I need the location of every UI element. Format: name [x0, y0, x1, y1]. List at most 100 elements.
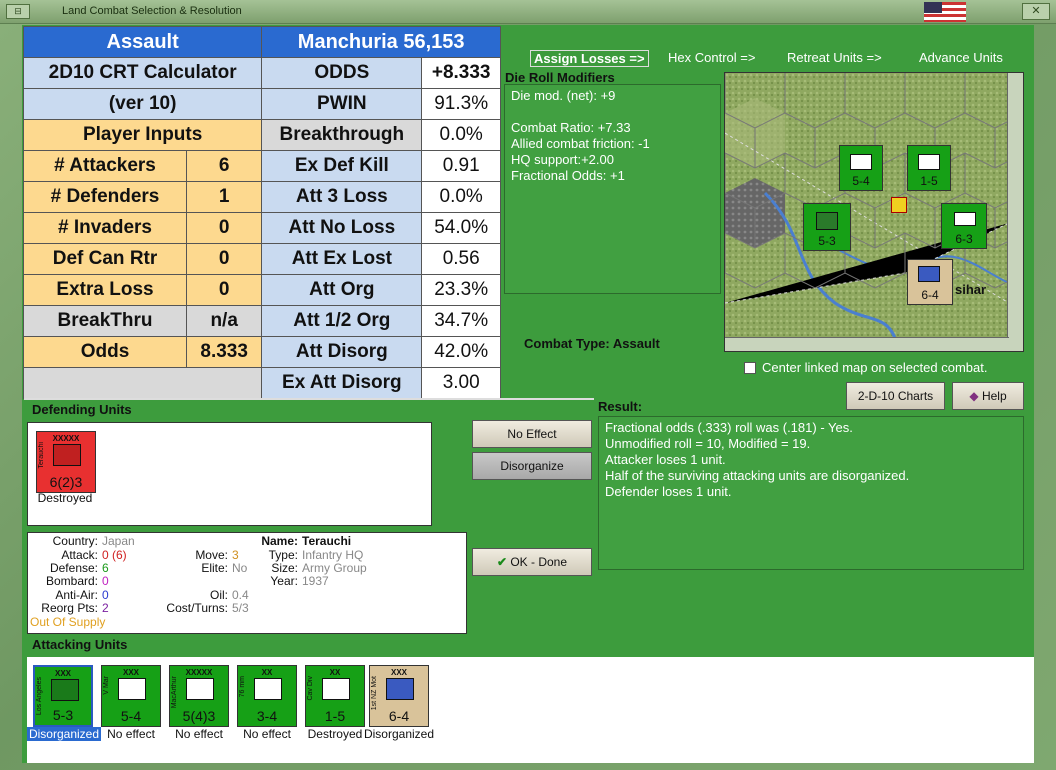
crt-input-value: 1 [186, 181, 263, 213]
unit-status: No effect [243, 727, 291, 741]
unit-size: XXX [54, 669, 71, 678]
tab-hex-control[interactable]: Hex Control => [668, 50, 755, 65]
unit-strength: 5(4)3 [182, 708, 216, 724]
infantry-hq-symbol-icon [53, 444, 81, 466]
unit-strength: 6-4 [388, 708, 410, 724]
crt-input-label: Def Can Rtr [22, 243, 188, 275]
info-label: Reorg Pts: [41, 601, 98, 615]
motorized-symbol-icon [386, 678, 414, 700]
crt-value: 0.0% [421, 181, 501, 213]
info-label: Name: [261, 534, 298, 548]
tab-assign-losses[interactable]: Assign Losses => [530, 50, 649, 67]
system-menu-button[interactable]: ⊟ [6, 4, 30, 19]
infantry-symbol-icon [816, 212, 838, 230]
marine-symbol-icon [850, 154, 872, 170]
crt-input-label: # Defenders [22, 181, 188, 213]
tab-retreat-units[interactable]: Retreat Units => [787, 50, 882, 65]
crt-value: 91.3% [421, 88, 501, 120]
crt-input-value: n/a [186, 305, 263, 337]
info-value: Terauchi [302, 534, 352, 548]
crt-value: 0.56 [421, 243, 501, 275]
die-roll-panel: Die mod. (net): +9 Combat Ratio: +7.33 A… [504, 84, 721, 294]
info-value: No [232, 561, 248, 575]
map-counter[interactable]: 6-4 [907, 259, 953, 305]
tab-advance-units[interactable]: Advance Units [919, 50, 1003, 65]
crt-version: (ver 10) [22, 88, 263, 120]
help-button-label: Help [981, 389, 1007, 403]
crt-label: Att Ex Lost [261, 243, 423, 275]
attacking-unit-counter[interactable]: XXX V Mar 5-4 [101, 665, 161, 727]
die-roll-line: HQ support:+2.00 [511, 152, 614, 167]
motorized-symbol-icon [918, 266, 940, 282]
help-button[interactable]: ◆ Help [952, 382, 1024, 410]
disorganize-button[interactable]: Disorganize [472, 452, 592, 480]
map-counter[interactable]: 5-3 [803, 203, 851, 251]
crt-value: 3.00 [421, 367, 501, 399]
charts-button[interactable]: 2-D-10 Charts [846, 382, 945, 410]
no-effect-button[interactable]: No Effect [472, 420, 592, 448]
die-roll-line: Die mod. (net): +9 [511, 88, 616, 103]
attacking-units-list: XXX Los Angeles 5-3 Disorganized XXX V M… [27, 657, 1034, 763]
marine-symbol-icon [118, 678, 146, 700]
die-roll-line: Combat Ratio: +7.33 [511, 120, 631, 135]
crt-label: Att 1/2 Org [261, 305, 423, 337]
crt-value: 0.91 [421, 150, 501, 182]
crt-title: 2D10 CRT Calculator [22, 57, 263, 89]
map-horizontal-scrollbar[interactable] [725, 337, 1009, 351]
ok-done-button[interactable]: ✔ OK - Done [472, 548, 592, 576]
attacking-unit-counter[interactable]: XX Cav Div 1-5 [305, 665, 365, 727]
result-line: Attacker loses 1 unit. [605, 452, 726, 467]
center-map-checkbox[interactable]: Center linked map on selected combat. [744, 360, 987, 375]
crt-empty-cell [22, 367, 263, 399]
crt-label: PWIN [261, 88, 423, 120]
map-counter[interactable]: 6-3 [941, 203, 987, 249]
cavalry-symbol-icon [918, 154, 940, 170]
unit-size: XX [261, 668, 273, 677]
map-counter[interactable]: 5-4 [839, 145, 883, 191]
map-counter-strength: 1-5 [920, 174, 938, 188]
die-roll-spacer [511, 104, 714, 120]
result-line: Defender loses 1 unit. [605, 484, 732, 499]
unit-strength: 6(2)3 [49, 474, 83, 490]
crt-player-inputs: Player Inputs [22, 119, 263, 151]
unit-name: MacArthur [171, 676, 178, 709]
crt-calculator-table: Assault Manchuria 56,153 2D10 CRT Calcul… [22, 26, 501, 399]
map-counter-strength: 5-3 [818, 234, 836, 248]
attacking-unit-counter[interactable]: XXXXX MacArthur 5(4)3 [169, 665, 229, 727]
attacking-unit-counter[interactable]: XXX 1st NZ Mot 6-4 [369, 665, 429, 727]
linked-map[interactable]: 5-4 1-5 5-3 6-3 6-4 sihar [724, 72, 1024, 352]
map-counter-strength: 5-4 [852, 174, 870, 188]
info-label: Elite: [201, 561, 228, 575]
attacking-units-title: Attacking Units [32, 637, 128, 652]
close-button[interactable]: ✕ [1022, 3, 1050, 20]
crt-input-value: 6 [186, 150, 263, 182]
info-label: Bombard: [45, 574, 98, 588]
unit-size: XXX [122, 668, 139, 677]
attacking-unit-counter[interactable]: XXX Los Angeles 5-3 [33, 665, 93, 727]
checkbox-box[interactable] [744, 362, 756, 374]
map-vertical-scrollbar[interactable] [1007, 73, 1023, 351]
result-title: Result: [598, 399, 643, 414]
crt-location: Manchuria 56,153 [261, 26, 501, 58]
combat-type-label: Combat Type: [524, 336, 610, 351]
unit-name: Cav Div [307, 676, 314, 701]
title-bar: ⊟ Land Combat Selection & Resolution ✕ [0, 0, 1056, 24]
crt-input-label: BreakThru [22, 305, 188, 337]
crt-value: 34.7% [421, 305, 501, 337]
unit-strength: 3-4 [256, 708, 278, 724]
book-icon: ◆ [969, 389, 982, 403]
unit-info-panel: Country: Japan Attack: 0 (6) Defense: 6 … [27, 532, 467, 634]
checkmark-icon: ✔ [496, 555, 511, 569]
us-flag-icon [924, 2, 966, 22]
defending-unit-counter[interactable]: XXXXX Terauchi 6(2)3 [36, 431, 96, 493]
info-value: 2 [102, 601, 109, 615]
center-map-label: Center linked map on selected combat. [762, 360, 988, 375]
window: ⊟ Land Combat Selection & Resolution ✕ A… [0, 0, 1056, 770]
crt-label: Att 3 Loss [261, 181, 423, 213]
crt-input-value: 0 [186, 212, 263, 244]
crt-input-value: 8.333 [186, 336, 263, 368]
attacking-unit-counter[interactable]: XX 76 mm 3-4 [237, 665, 297, 727]
map-counter[interactable]: 1-5 [907, 145, 951, 191]
info-label: Country: [52, 534, 98, 548]
die-roll-line: Fractional Odds: +1 [511, 168, 625, 183]
